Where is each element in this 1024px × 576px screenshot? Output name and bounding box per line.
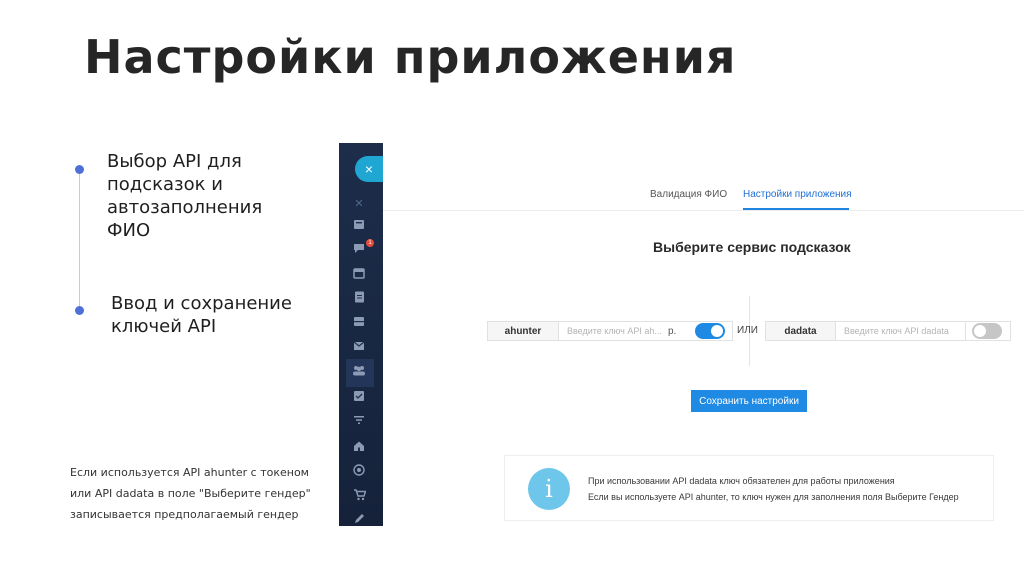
app-settings-panel: Валидация ФИО Настройки приложения Выбер… <box>383 143 1024 538</box>
dadata-key-input[interactable]: Введите ключ API dadata <box>836 322 966 340</box>
tab-app-settings[interactable]: Настройки приложения <box>743 189 852 200</box>
info-box: i При использовании API dadata ключ обяз… <box>504 455 994 521</box>
tab-fio-validation[interactable]: Валидация ФИО <box>650 189 727 200</box>
info-line: Если вы используете API ahunter, то ключ… <box>588 492 959 502</box>
save-settings-button[interactable]: Сохранить настройки <box>691 390 807 412</box>
users-icon[interactable] <box>351 365 367 379</box>
info-line: При использовании API dadata ключ обязат… <box>588 476 895 486</box>
list-icon[interactable] <box>351 219 367 233</box>
timeline-dot-2 <box>75 306 84 315</box>
slide-title: Настройки приложения <box>84 30 737 84</box>
notification-badge: 1 <box>366 239 374 247</box>
gender-note: Если используется API ahunter с токеном … <box>70 462 320 525</box>
bullet-api-choice: Выбор API для подсказок и автозаполнения… <box>107 150 262 242</box>
active-tab-indicator <box>743 208 849 210</box>
ahunter-suffix: р. <box>668 325 677 337</box>
gender-note-line: Если используется API ahunter с токеном <box>70 466 309 479</box>
ahunter-key-input[interactable]: Введите ключ API ah... <box>559 322 665 340</box>
section-title: Выберите сервис подсказок <box>653 239 851 255</box>
bullet-api-keys-line: Ввод и сохранение <box>111 293 292 314</box>
close-icon[interactable]: × <box>355 156 383 182</box>
target-icon[interactable] <box>351 464 367 478</box>
bullet-api-choice-line: ФИО <box>107 220 151 241</box>
bullet-api-keys: Ввод и сохранение ключей API <box>111 292 292 338</box>
toggle-knob <box>711 325 723 337</box>
dadata-toggle[interactable] <box>972 323 1002 339</box>
checklist-icon[interactable] <box>351 390 367 404</box>
gender-note-line: записывается предполагаемый гендер <box>70 508 299 521</box>
pen-icon[interactable] <box>351 513 367 526</box>
tab-bar: Валидация ФИО Настройки приложения <box>383 183 1024 211</box>
ahunter-toggle[interactable] <box>695 323 725 339</box>
calendar-icon[interactable] <box>351 267 367 281</box>
inbox-icon[interactable] <box>351 316 367 330</box>
mail-icon[interactable] <box>351 341 367 355</box>
ahunter-label: ahunter <box>488 322 559 340</box>
app-sidebar: × ✕ 1 <box>339 143 383 526</box>
toggle-knob <box>974 325 986 337</box>
bullet-api-choice-line: автозаполнения <box>107 197 263 218</box>
dadata-label: dadata <box>766 322 836 340</box>
or-label: ИЛИ <box>737 325 758 336</box>
timeline-dot-1 <box>75 165 84 174</box>
info-icon: i <box>528 468 570 510</box>
document-icon[interactable] <box>351 291 367 305</box>
close-icon[interactable]: ✕ <box>351 197 367 211</box>
close-glyph: × <box>364 161 374 177</box>
bullet-api-choice-line: подсказок и <box>107 174 223 195</box>
filter-icon[interactable] <box>351 415 367 429</box>
bullet-api-keys-line: ключей API <box>111 316 217 337</box>
bullet-api-choice-line: Выбор API для <box>107 151 242 172</box>
chat-icon[interactable] <box>351 243 367 257</box>
timeline-line <box>79 168 80 312</box>
cart-icon[interactable] <box>351 489 367 503</box>
gender-note-line: или API dadata в поле "Выберите гендер" <box>70 487 311 500</box>
home-icon[interactable] <box>351 440 367 454</box>
